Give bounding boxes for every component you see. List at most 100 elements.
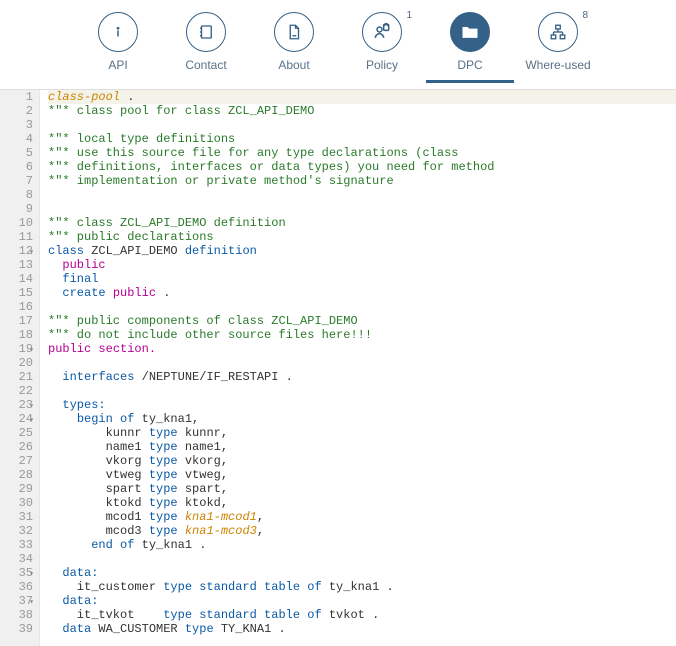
code-line[interactable]: class ZCL_API_DEMO definition [48, 244, 676, 258]
gutter-line: 21 [0, 370, 33, 384]
tabbar: API Contact About 1 Policy DPC 8 Where-used [0, 0, 676, 90]
code-line[interactable]: data: [48, 566, 676, 580]
code-line[interactable]: final [48, 272, 676, 286]
hierarchy-icon [538, 12, 578, 52]
tab-label: DPC [457, 58, 482, 72]
tab-policy[interactable]: 1 Policy [338, 8, 426, 80]
gutter-line: 22 [0, 384, 33, 398]
tab-label: About [278, 58, 309, 72]
code-line[interactable]: *"* class ZCL_API_DEMO definition [48, 216, 676, 230]
tab-about[interactable]: About [250, 8, 338, 80]
code-line[interactable]: public section. [48, 342, 676, 356]
code-line[interactable]: interfaces /NEPTUNE/IF_RESTAPI . [48, 370, 676, 384]
gutter-line: 20 [0, 356, 33, 370]
code-line[interactable]: *"* definitions, interfaces or data type… [48, 160, 676, 174]
code-area[interactable]: class-pool .*"* class pool for class ZCL… [40, 90, 676, 646]
gutter-line: 15 [0, 286, 33, 300]
code-line[interactable]: create public . [48, 286, 676, 300]
gutter-line: 18 [0, 328, 33, 342]
gutter-line: 28 [0, 468, 33, 482]
code-line[interactable] [48, 384, 676, 398]
code-line[interactable]: *"* do not include other source files he… [48, 328, 676, 342]
code-line[interactable]: mcod1 type kna1-mcod1, [48, 510, 676, 524]
code-line[interactable]: spart type spart, [48, 482, 676, 496]
code-line[interactable]: *"* implementation or private method's s… [48, 174, 676, 188]
code-line[interactable]: *"* local type definitions [48, 132, 676, 146]
gutter-line: 33 [0, 538, 33, 552]
gutter-line: 35▾ [0, 566, 33, 580]
gutter-line: 34 [0, 552, 33, 566]
gutter-line: 27 [0, 454, 33, 468]
code-line[interactable]: vkorg type vkorg, [48, 454, 676, 468]
code-line[interactable]: *"* class pool for class ZCL_API_DEMO [48, 104, 676, 118]
tab-badge: 1 [406, 10, 412, 21]
tab-label: API [108, 58, 127, 72]
gutter-line: 17 [0, 314, 33, 328]
gutter-line: 39 [0, 622, 33, 636]
gutter-line: 11 [0, 230, 33, 244]
code-line[interactable]: ktokd type ktokd, [48, 496, 676, 510]
gutter-line: 3 [0, 118, 33, 132]
tab-label: Policy [366, 58, 398, 72]
document-icon [274, 12, 314, 52]
gutter-line: 4 [0, 132, 33, 146]
code-line[interactable]: vtweg type vtweg, [48, 468, 676, 482]
code-line[interactable]: it_tvkot type standard table of tvkot . [48, 608, 676, 622]
gutter-line: 10 [0, 216, 33, 230]
code-line[interactable] [48, 118, 676, 132]
gutter-line: 9 [0, 202, 33, 216]
gutter-line: 16 [0, 300, 33, 314]
gutter-line: 29 [0, 482, 33, 496]
gutter-line: 30 [0, 496, 33, 510]
gutter-line: 32 [0, 524, 33, 538]
code-line[interactable]: name1 type name1, [48, 440, 676, 454]
gutter-line: 8 [0, 188, 33, 202]
folder-icon [450, 12, 490, 52]
code-line[interactable]: *"* public components of class ZCL_API_D… [48, 314, 676, 328]
code-line[interactable]: class-pool . [48, 90, 676, 104]
gutter-line: 23▾ [0, 398, 33, 412]
code-line[interactable] [48, 202, 676, 216]
tab-label: Where-used [525, 58, 590, 72]
gutter-line: 2 [0, 104, 33, 118]
code-line[interactable]: *"* public declarations [48, 230, 676, 244]
code-line[interactable]: data: [48, 594, 676, 608]
code-line[interactable]: it_customer type standard table of ty_kn… [48, 580, 676, 594]
info-icon [98, 12, 138, 52]
tab-dpc[interactable]: DPC [426, 8, 514, 83]
gutter-line: 14 [0, 272, 33, 286]
code-editor[interactable]: 123456789101112▾13141516171819▾20212223▾… [0, 90, 676, 646]
tab-where-used[interactable]: 8 Where-used [514, 8, 602, 80]
tab-api[interactable]: API [74, 8, 162, 80]
gutter-line: 37▾ [0, 594, 33, 608]
tab-contact[interactable]: Contact [162, 8, 250, 80]
policy-icon [362, 12, 402, 52]
code-line[interactable] [48, 188, 676, 202]
gutter-line: 26 [0, 440, 33, 454]
code-line[interactable] [48, 356, 676, 370]
code-line[interactable]: data WA_CUSTOMER type TY_KNA1 . [48, 622, 676, 636]
gutter-line: 13 [0, 258, 33, 272]
code-line[interactable]: mcod3 type kna1-mcod3, [48, 524, 676, 538]
contact-icon [186, 12, 226, 52]
tab-badge: 8 [582, 10, 588, 21]
code-line[interactable] [48, 552, 676, 566]
code-line[interactable]: begin of ty_kna1, [48, 412, 676, 426]
gutter-line: 19▾ [0, 342, 33, 356]
tab-label: Contact [185, 58, 226, 72]
gutter-line: 25 [0, 426, 33, 440]
line-gutter: 123456789101112▾13141516171819▾20212223▾… [0, 90, 40, 646]
code-line[interactable]: kunnr type kunnr, [48, 426, 676, 440]
gutter-line: 6 [0, 160, 33, 174]
gutter-line: 5 [0, 146, 33, 160]
gutter-line: 38 [0, 608, 33, 622]
code-line[interactable] [48, 300, 676, 314]
code-line[interactable]: public [48, 258, 676, 272]
gutter-line: 36 [0, 580, 33, 594]
code-line[interactable]: end of ty_kna1 . [48, 538, 676, 552]
gutter-line: 7 [0, 174, 33, 188]
gutter-line: 12▾ [0, 244, 33, 258]
code-line[interactable]: types: [48, 398, 676, 412]
code-line[interactable]: *"* use this source file for any type de… [48, 146, 676, 160]
gutter-line: 31 [0, 510, 33, 524]
